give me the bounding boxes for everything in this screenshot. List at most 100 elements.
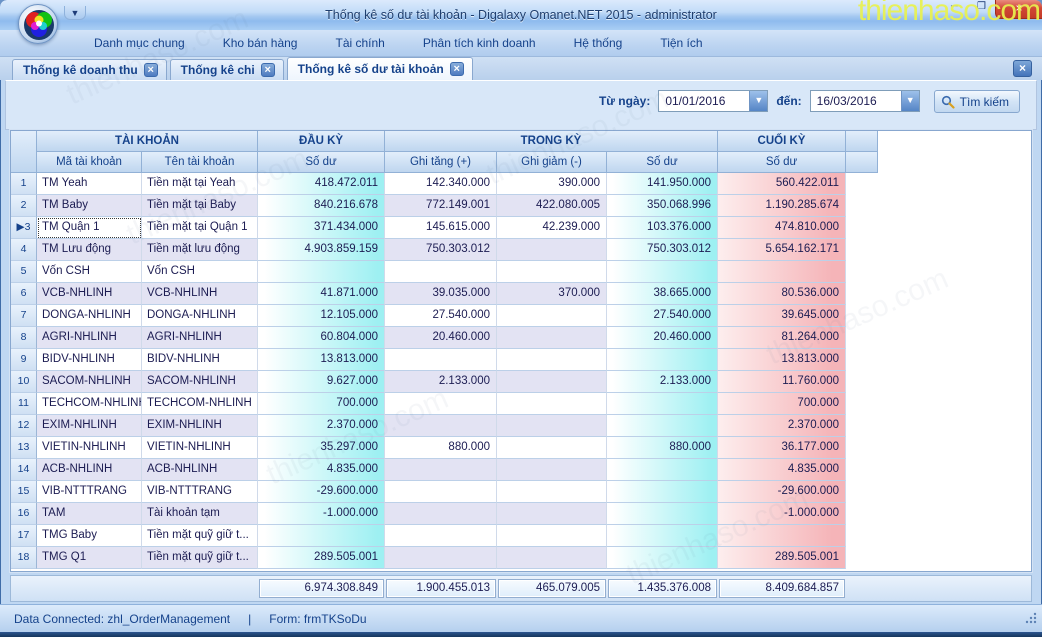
column-header-ghigiam[interactable]: Ghi giảm (-) [497,152,607,173]
chevron-down-icon[interactable]: ▼ [749,91,767,111]
cell-cuoiky[interactable] [718,261,846,283]
cell-cuoiky[interactable]: 1.190.285.674 [718,195,846,217]
cell-cuoiky[interactable]: -29.600.000 [718,481,846,503]
cell-dauky[interactable]: 700.000 [258,393,385,415]
maximize-button[interactable]: ❒ [968,0,995,15]
cell-code[interactable]: SACOM-NHLINH [37,371,142,393]
table-row[interactable]: 8AGRI-NHLINHAGRI-NHLINH60.804.00020.460.… [11,327,1031,349]
minimize-button[interactable]: ─ [941,0,968,15]
cell-trongky[interactable]: 880.000 [607,437,718,459]
cell-tang[interactable]: 772.149.001 [385,195,497,217]
chevron-down-icon[interactable]: ▼ [901,91,919,111]
cell-code[interactable]: TMG Baby [37,525,142,547]
cell-dauky[interactable]: 2.370.000 [258,415,385,437]
cell-tang[interactable] [385,547,497,569]
row-header[interactable]: 15 [11,481,37,503]
column-header-code[interactable]: Mã tài khoản [37,152,142,173]
cell-trongky[interactable] [607,459,718,481]
cell-tang[interactable]: 142.340.000 [385,173,497,195]
cell-trongky[interactable]: 103.376.000 [607,217,718,239]
tab-close-icon[interactable]: × [261,63,275,77]
cell-code[interactable]: EXIM-NHLINH [37,415,142,437]
cell-tang[interactable]: 750.303.012 [385,239,497,261]
column-header-sodu-dauky[interactable]: Số dư [258,152,385,173]
row-header[interactable]: 13 [11,437,37,459]
cell-name[interactable]: Tiền mặt tại Yeah [142,173,258,195]
cell-code[interactable]: AGRI-NHLINH [37,327,142,349]
cell-giam[interactable] [497,349,607,371]
tab-thong-ke-chi[interactable]: Thống kê chi× [170,59,284,80]
cell-tang[interactable] [385,481,497,503]
cell-dauky[interactable]: -29.600.000 [258,481,385,503]
cell-trongky[interactable]: 27.540.000 [607,305,718,327]
close-button[interactable]: × [995,0,1042,19]
menu-item-kho-ban-hang[interactable]: Kho bán hàng [209,32,312,54]
row-header[interactable]: 12 [11,415,37,437]
cell-cuoiky[interactable]: 13.813.000 [718,349,846,371]
cell-giam[interactable] [497,437,607,459]
cell-code[interactable]: Vốn CSH [37,261,142,283]
cell-trongky[interactable] [607,393,718,415]
cell-giam[interactable] [497,305,607,327]
table-row[interactable]: 14ACB-NHLINHACB-NHLINH4.835.0004.835.000 [11,459,1031,481]
cell-dauky[interactable]: 4.903.859.159 [258,239,385,261]
table-row[interactable]: ▶3TM Quận 1Tiền mặt tại Quận 1371.434.00… [11,217,1031,239]
cell-giam[interactable] [497,239,607,261]
menu-item-danh-muc-chung[interactable]: Danh mục chung [80,32,199,54]
cell-name[interactable]: Tiền mặt tại Quận 1 [142,217,258,239]
row-header[interactable]: 16 [11,503,37,525]
table-row[interactable]: 4TM Lưu độngTiền mặt lưu động4.903.859.1… [11,239,1031,261]
cell-cuoiky[interactable]: -1.000.000 [718,503,846,525]
menu-item-tien-ich[interactable]: Tiện ích [646,32,716,54]
column-header-name[interactable]: Tên tài khoản [142,152,258,173]
table-row[interactable]: 2TM BabyTiền mặt tại Baby840.216.678772.… [11,195,1031,217]
cell-tang[interactable] [385,349,497,371]
row-header[interactable]: 10 [11,371,37,393]
tab-close-icon[interactable]: × [144,63,158,77]
cell-trongky[interactable] [607,261,718,283]
cell-code[interactable]: TAM [37,503,142,525]
cell-tang[interactable]: 27.540.000 [385,305,497,327]
cell-giam[interactable]: 370.000 [497,283,607,305]
cell-cuoiky[interactable]: 11.760.000 [718,371,846,393]
cell-cuoiky[interactable]: 2.370.000 [718,415,846,437]
cell-cuoiky[interactable]: 560.422.011 [718,173,846,195]
cell-tang[interactable] [385,261,497,283]
cell-giam[interactable] [497,547,607,569]
table-row[interactable]: 7DONGA-NHLINHDONGA-NHLINH12.105.00027.54… [11,305,1031,327]
cell-tang[interactable] [385,459,497,481]
tab-close-icon[interactable]: × [450,62,464,76]
cell-cuoiky[interactable]: 5.654.162.171 [718,239,846,261]
cell-cuoiky[interactable]: 474.810.000 [718,217,846,239]
cell-dauky[interactable] [258,261,385,283]
cell-tang[interactable] [385,503,497,525]
cell-trongky[interactable] [607,349,718,371]
tabgroup-close-button[interactable]: × [1013,60,1032,77]
band-header-cuoiky[interactable]: CUỐI KỲ [718,131,846,152]
table-row[interactable]: 6VCB-NHLINHVCB-NHLINH41.871.00039.035.00… [11,283,1031,305]
cell-dauky[interactable]: 840.216.678 [258,195,385,217]
cell-trongky[interactable] [607,415,718,437]
cell-dauky[interactable]: 371.434.000 [258,217,385,239]
cell-code[interactable]: TM Yeah [37,173,142,195]
column-header-sodu-cuoiky[interactable]: Số dư [718,152,846,173]
cell-cuoiky[interactable]: 39.645.000 [718,305,846,327]
cell-giam[interactable] [497,525,607,547]
row-header-selected[interactable]: ▶3 [11,217,37,239]
cell-name[interactable]: BIDV-NHLINH [142,349,258,371]
cell-giam[interactable] [497,503,607,525]
cell-giam[interactable] [497,415,607,437]
cell-giam[interactable]: 422.080.005 [497,195,607,217]
cell-name[interactable]: EXIM-NHLINH [142,415,258,437]
search-button[interactable]: Tìm kiếm [934,90,1020,113]
cell-name[interactable]: VIB-NTTTRANG [142,481,258,503]
cell-name[interactable]: Tiền mặt quỹ giữ t... [142,525,258,547]
table-row[interactable]: 17TMG BabyTiền mặt quỹ giữ t... [11,525,1031,547]
band-header-trongky[interactable]: TRONG KỲ [385,131,718,152]
cell-giam[interactable] [497,371,607,393]
cell-code[interactable]: TM Lưu động [37,239,142,261]
cell-tang[interactable]: 145.615.000 [385,217,497,239]
table-row[interactable]: 11TECHCOM-NHLINHTECHCOM-NHLINH700.000700… [11,393,1031,415]
cell-code[interactable]: VCB-NHLINH [37,283,142,305]
cell-giam[interactable] [497,481,607,503]
